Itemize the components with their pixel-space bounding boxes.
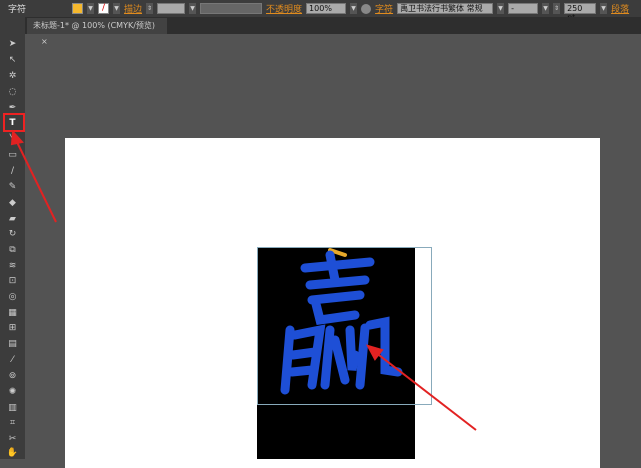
calligraphy-glyph: [280, 248, 403, 395]
arrowhead-icon: [10, 129, 24, 146]
arrow-to-text: [374, 351, 477, 431]
annotation-arrows: [10, 129, 477, 431]
canvas-overlay: [10, 129, 477, 431]
arrowhead-icon: [365, 344, 384, 361]
arrow-to-type-tool: [15, 139, 57, 223]
